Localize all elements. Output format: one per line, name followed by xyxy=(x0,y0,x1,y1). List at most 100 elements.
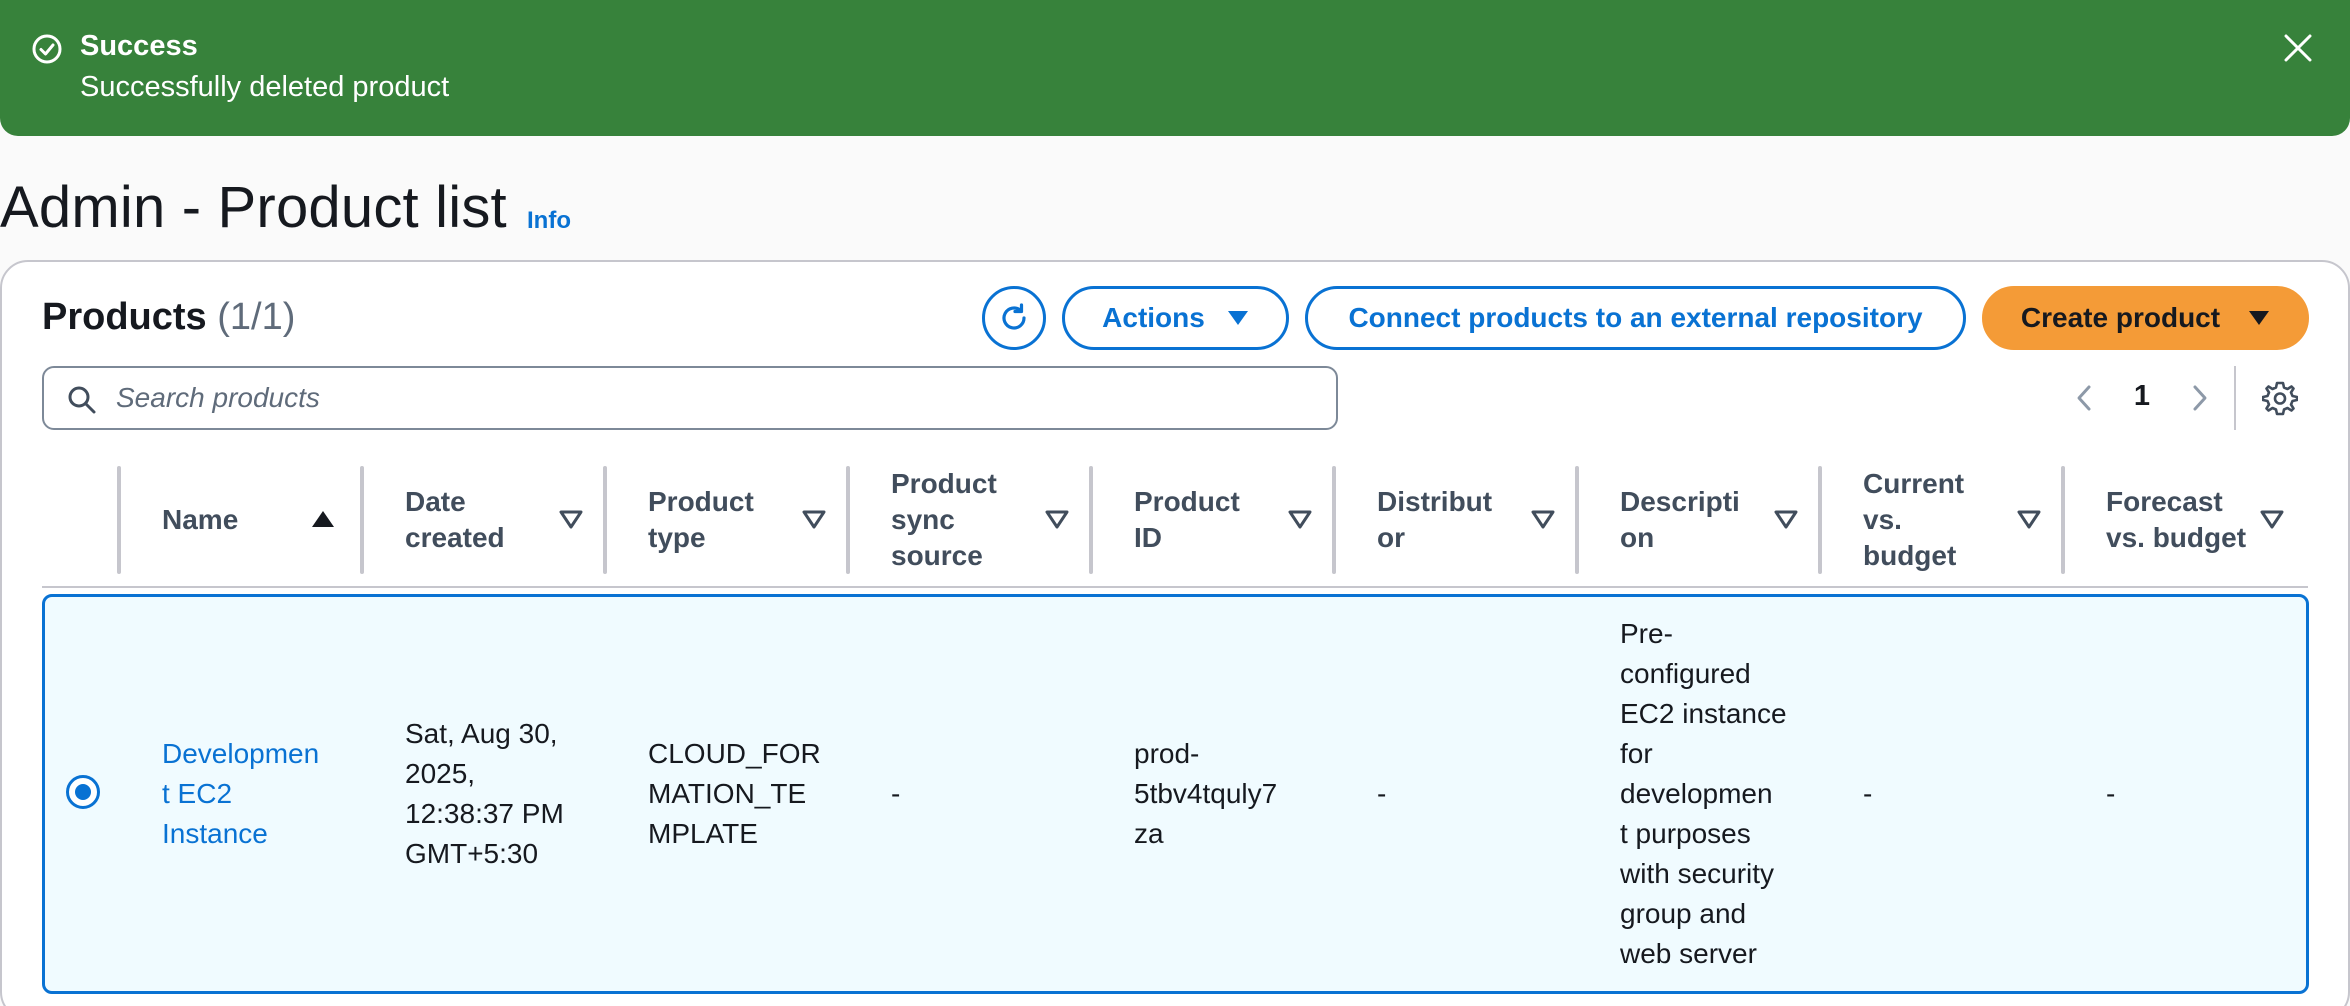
products-count: (1/1) xyxy=(217,296,296,338)
column-header-label-line: source xyxy=(891,540,983,571)
success-flashbar: Success Successfully deleted product xyxy=(0,0,2350,136)
column-header-forecast-vs-budget[interactable]: Forecast vs. budget xyxy=(2063,466,2306,574)
sort-icon[interactable] xyxy=(1773,506,1799,532)
column-header-label-line: or xyxy=(1377,522,1405,553)
search-input[interactable] xyxy=(116,376,1316,420)
column-header-label-line: Date xyxy=(405,486,466,517)
cell-description: Pre-configured EC2 instance for developmen t… xyxy=(1620,614,1820,974)
column-header-label-line: Descripti xyxy=(1620,486,1740,517)
actions-label: Actions xyxy=(1102,302,1205,333)
sort-icon[interactable] xyxy=(1287,506,1313,532)
current-page-number[interactable]: 1 xyxy=(2124,380,2160,413)
cell-line: configured xyxy=(1620,658,1751,689)
cell-sync-source: - xyxy=(891,774,1091,814)
column-header-label: Forecast vs. budget xyxy=(2106,466,2246,574)
cell-line: Sat, Aug 30, xyxy=(405,718,558,749)
cell-line: for xyxy=(1620,738,1653,769)
column-header-label: Name xyxy=(162,466,238,574)
column-header-label-line: Current xyxy=(1863,468,1965,499)
row-select-radio[interactable] xyxy=(66,775,100,809)
column-header-label-line: on xyxy=(1620,522,1655,553)
cell-line: prod- xyxy=(1134,738,1200,769)
cell-line: MATION_TE xyxy=(648,778,807,809)
column-header-date-created[interactable]: Date created xyxy=(362,466,605,574)
header-divider xyxy=(42,586,2308,588)
column-header-label-line: Name xyxy=(162,504,239,535)
cell-line: t purposes xyxy=(1620,818,1751,849)
sort-icon[interactable] xyxy=(1044,506,1070,532)
search-icon xyxy=(68,386,96,414)
column-header-label-line: Product xyxy=(648,486,754,517)
column-header-current-vs-budget[interactable]: Current vs. budget xyxy=(1820,466,2063,574)
create-product-label: Create product xyxy=(2020,302,2221,333)
cell-line: Instance xyxy=(162,818,268,849)
column-header-label-line: vs. xyxy=(1863,504,1902,535)
column-header-label-line: created xyxy=(405,522,505,553)
sort-icon[interactable] xyxy=(2016,506,2042,532)
product-name-link[interactable]: Developmen t EC2 Instance xyxy=(162,734,362,854)
column-header-label-line: Product xyxy=(1134,486,1240,517)
pager-divider xyxy=(2234,366,2236,430)
flash-message: Successfully deleted product xyxy=(80,71,450,103)
info-link[interactable]: Info xyxy=(527,207,571,235)
column-header-label: Descripti on xyxy=(1620,466,1740,574)
cell-line: - xyxy=(891,778,901,809)
refresh-icon xyxy=(1002,303,1026,330)
actions-button[interactable]: Actions xyxy=(1062,286,1289,350)
cell-line: 2025, xyxy=(405,758,476,789)
column-header-description[interactable]: Descripti on xyxy=(1577,466,1820,574)
gear-icon[interactable] xyxy=(2262,380,2298,416)
cell-line: with security xyxy=(1620,858,1775,889)
caret-down-icon xyxy=(1227,311,1248,325)
sort-icon[interactable] xyxy=(2259,506,2285,532)
cell-line: web server xyxy=(1620,938,1757,969)
column-header-product-id[interactable]: Product ID xyxy=(1091,466,1334,574)
cell-line: developmen xyxy=(1620,778,1773,809)
column-header-label: Product type xyxy=(648,466,754,574)
column-header-label: Current vs. budget xyxy=(1863,466,1964,574)
sort-ascending-icon[interactable] xyxy=(310,506,336,532)
cell-line: MPLATE xyxy=(648,818,758,849)
search-box[interactable] xyxy=(42,366,1338,430)
cell-line: t EC2 xyxy=(162,778,233,809)
cell-line: - xyxy=(1377,778,1387,809)
flash-title: Success xyxy=(80,30,198,62)
column-header-label: Product ID xyxy=(1134,466,1240,574)
column-header-label-line: Product xyxy=(891,468,997,499)
column-header-label: Date created xyxy=(405,466,505,574)
column-header-name[interactable]: Name xyxy=(119,466,362,574)
cell-line: Pre- xyxy=(1620,618,1673,649)
cell-line: - xyxy=(1863,778,1873,809)
sort-icon[interactable] xyxy=(1530,506,1556,532)
close-icon[interactable] xyxy=(2281,31,2315,65)
sort-icon[interactable] xyxy=(801,506,827,532)
cell-line: - xyxy=(2106,778,2116,809)
sort-icon[interactable] xyxy=(558,506,584,532)
success-check-icon xyxy=(32,34,62,64)
products-heading-label: Products xyxy=(42,296,207,338)
column-header-label-line: Forecast xyxy=(2106,486,2223,517)
column-header-product-sync-source[interactable]: Product sync source xyxy=(848,466,1091,574)
chevron-right-icon[interactable] xyxy=(2182,381,2216,415)
cell-line: GMT+5:30 xyxy=(405,838,539,869)
column-header-label-line: ID xyxy=(1134,522,1162,553)
cell-forecast-vs-budget: - xyxy=(2106,774,2306,814)
cell-line: Developmen xyxy=(162,738,320,769)
chevron-left-icon[interactable] xyxy=(2068,381,2102,415)
cell-line: CLOUD_FOR xyxy=(648,738,821,769)
refresh-button[interactable] xyxy=(982,286,1046,350)
column-header-label-line: vs. budget xyxy=(2106,522,2247,553)
connect-external-repository-button[interactable]: Connect products to an external reposito… xyxy=(1305,286,1966,350)
column-header-product-type[interactable]: Product type xyxy=(605,466,848,574)
column-header-label-line: type xyxy=(648,522,706,553)
column-header-label-line: budget xyxy=(1863,540,1957,571)
column-header-label: Distribut or xyxy=(1377,466,1492,574)
create-product-button[interactable]: Create product xyxy=(1982,286,2309,350)
cell-date-created: Sat, Aug 30, 2025, 12:38:37 PM GMT+5:30 xyxy=(405,714,605,874)
column-header-distributor[interactable]: Distribut or xyxy=(1334,466,1577,574)
column-header-label-line: sync xyxy=(891,504,955,535)
cell-product-id: prod- 5tbv4tquly7 za xyxy=(1134,734,1334,854)
cell-line: za xyxy=(1134,818,1164,849)
cell-line: 5tbv4tquly7 xyxy=(1134,778,1278,809)
column-header-label: Product sync source xyxy=(891,466,997,574)
